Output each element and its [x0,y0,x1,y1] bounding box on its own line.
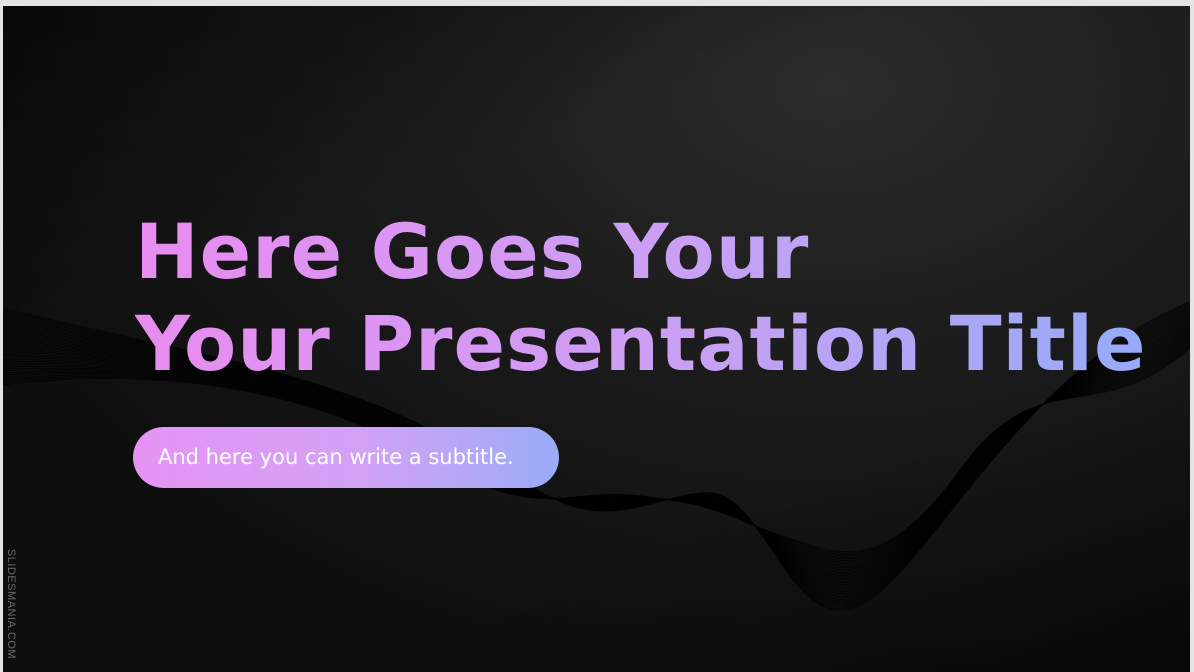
brand-watermark: SLIDESMANIA.COM [5,548,17,660]
subtitle-pill[interactable]: And here you can write a subtitle. [133,427,559,488]
slide-title[interactable]: Here Goes Your Your Presentation Title [135,206,1147,390]
title-line-1: Here Goes Your [135,207,810,296]
slide: Here Goes Your Your Presentation Title A… [3,6,1190,672]
title-line-2: Your Presentation Title [135,299,1147,388]
